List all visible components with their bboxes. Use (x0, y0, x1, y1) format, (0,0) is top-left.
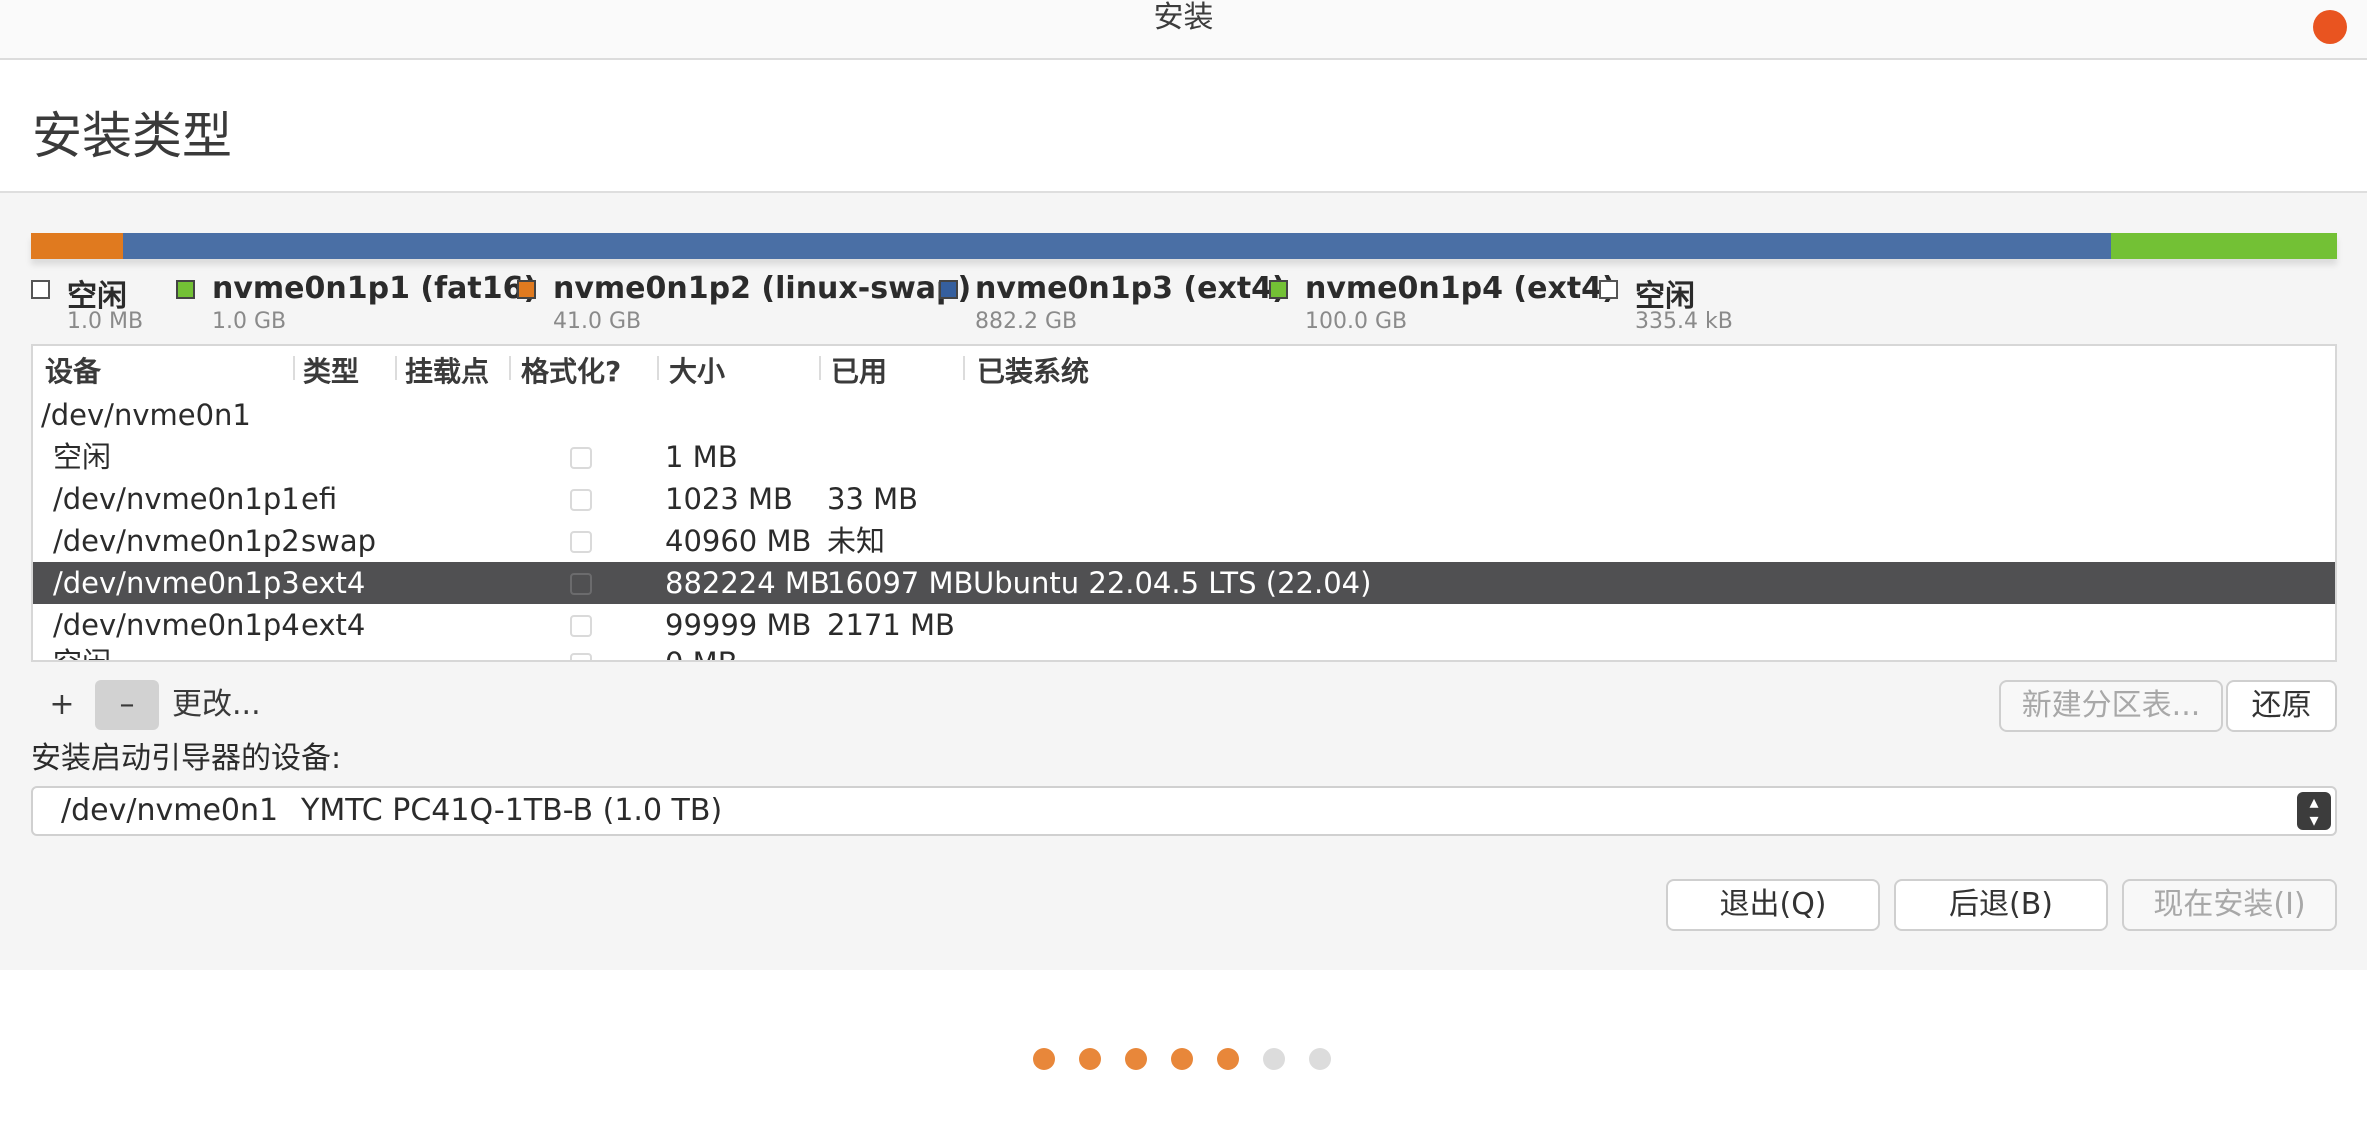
row-device: /dev/nvme0n1p4 (53, 608, 300, 642)
legend-swatch (176, 280, 195, 299)
legend-swatch (939, 280, 958, 299)
step-dot (1079, 1048, 1101, 1070)
page-title: 安装类型 (32, 107, 232, 165)
dropdown-arrows-icon: ▴ ▾ (2297, 792, 2331, 830)
row-size: 0 MB (665, 642, 738, 660)
new-partition-table-button[interactable]: 新建分区表... (1999, 680, 2223, 732)
title-bar: 安装 (0, 0, 2367, 60)
table-row[interactable]: /dev/nvme0n1p4 ext4 99999 MB 2171 MB (33, 604, 2335, 646)
step-dot (1217, 1048, 1239, 1070)
bootloader-device-path: /dev/nvme0n1 (61, 793, 279, 828)
row-size: 1 MB (665, 440, 738, 474)
quit-button[interactable]: 退出(Q) (1666, 879, 1880, 931)
row-type: swap (301, 524, 377, 558)
column-header-mount[interactable]: 挂载点 (405, 350, 489, 390)
column-header-device[interactable]: 设备 (45, 350, 101, 390)
legend-size: 882.2 GB (975, 309, 1078, 334)
step-dot (1309, 1048, 1331, 1070)
format-checkbox[interactable] (570, 447, 592, 469)
table-row[interactable]: /dev/nvme0n1p1 efi 1023 MB 33 MB (33, 478, 2335, 520)
step-dot (1033, 1048, 1055, 1070)
row-device: /dev/nvme0n1p1 (53, 482, 300, 516)
column-divider (509, 356, 511, 380)
column-divider (657, 356, 659, 380)
legend-size: 100.0 GB (1305, 309, 1408, 334)
table-row[interactable]: /dev/nvme0n1p2 swap 40960 MB 未知 (33, 520, 2335, 562)
row-used: 16097 MB (827, 566, 974, 600)
partition-bar-segment (123, 233, 2111, 259)
install-now-button[interactable]: 现在安装(I) (2122, 879, 2337, 931)
bootloader-device-select[interactable]: /dev/nvme0n1 YMTC PC41Q-1TB-B (1.0 TB) ▴… (31, 786, 2337, 836)
legend-swatch (1269, 280, 1288, 299)
legend-name: nvme0n1p1 (fat16) (212, 271, 538, 306)
row-device: /dev/nvme0n1p2 (53, 524, 300, 558)
column-divider (819, 356, 821, 380)
partition-bar (31, 233, 2337, 259)
table-row[interactable]: 空闲 0 MB (33, 642, 2335, 660)
page-header: 安装类型 (0, 60, 2367, 193)
legend-size: 1.0 GB (212, 309, 287, 334)
format-checkbox[interactable] (570, 531, 592, 553)
column-header-size[interactable]: 大小 (669, 350, 725, 390)
row-used: 2171 MB (827, 608, 955, 642)
column-header-used[interactable]: 已用 (831, 350, 887, 390)
revert-button[interactable]: 还原 (2226, 680, 2337, 732)
row-device: 空闲 (53, 440, 112, 474)
step-dot (1263, 1048, 1285, 1070)
legend-size: 41.0 GB (553, 309, 642, 334)
main-panel: 空闲 1.0 MB nvme0n1p1 (fat16) 1.0 GB nvme0… (0, 193, 2367, 970)
add-partition-button[interactable]: + (40, 680, 84, 730)
table-row-selected[interactable]: /dev/nvme0n1p3 ext4 882224 MB 16097 MB U… (33, 562, 2335, 604)
window-title: 安装 (1153, 0, 1214, 35)
row-type: ext4 (301, 608, 366, 642)
format-checkbox[interactable] (570, 653, 592, 660)
bootloader-device-label: 安装启动引导器的设备: (31, 741, 342, 776)
disk-device: /dev/nvme0n1 (41, 398, 251, 432)
column-header-type[interactable]: 类型 (303, 350, 359, 390)
partition-table[interactable]: 设备 类型 挂载点 格式化? 大小 已用 已装系统 /dev/nvme0n1 空… (31, 344, 2337, 662)
row-size: 40960 MB (665, 524, 812, 558)
table-row-disk[interactable]: /dev/nvme0n1 (33, 394, 2335, 436)
row-size: 99999 MB (665, 608, 812, 642)
partition-bar-segment (2111, 233, 2337, 259)
column-divider (395, 356, 397, 380)
legend-name: nvme0n1p2 (linux-swap) (553, 271, 972, 306)
format-checkbox[interactable] (570, 489, 592, 511)
row-type: efi (301, 482, 338, 516)
column-header-format[interactable]: 格式化? (521, 350, 621, 390)
legend-name: nvme0n1p4 (ext4) (1305, 271, 1616, 306)
close-window-button[interactable] (2313, 10, 2347, 44)
column-divider (293, 356, 295, 380)
legend-size: 335.4 kB (1635, 309, 1733, 334)
row-type: ext4 (301, 566, 366, 600)
remove-partition-button[interactable]: – (95, 680, 159, 730)
step-dot (1171, 1048, 1193, 1070)
row-device: /dev/nvme0n1p3 (53, 566, 300, 600)
back-button[interactable]: 后退(B) (1894, 879, 2108, 931)
row-used: 33 MB (827, 482, 919, 516)
step-dot (1125, 1048, 1147, 1070)
column-header-system[interactable]: 已装系统 (977, 350, 1089, 390)
column-divider (963, 356, 965, 380)
row-used: 未知 (827, 524, 886, 558)
table-row[interactable]: 空闲 1 MB (33, 436, 2335, 478)
legend-swatch (1599, 280, 1618, 299)
legend-size: 1.0 MB (67, 309, 144, 334)
format-checkbox[interactable] (570, 573, 592, 595)
row-size: 882224 MB (665, 566, 830, 600)
row-size: 1023 MB (665, 482, 793, 516)
row-system: Ubuntu 22.04.5 LTS (22.04) (973, 566, 1372, 600)
change-partition-button[interactable]: 更改... (172, 680, 282, 730)
partition-bar-segment (31, 233, 124, 259)
legend-swatch (517, 280, 536, 299)
table-header: 设备 类型 挂载点 格式化? 大小 已用 已装系统 (33, 346, 2335, 388)
partition-legend: 空闲 1.0 MB nvme0n1p1 (fat16) 1.0 GB nvme0… (31, 271, 2341, 335)
row-device: 空闲 (53, 642, 111, 660)
legend-swatch (31, 280, 50, 299)
bootloader-device-model: YMTC PC41Q-1TB-B (1.0 TB) (301, 793, 723, 828)
legend-name: nvme0n1p3 (ext4) (975, 271, 1286, 306)
format-checkbox[interactable] (570, 615, 592, 637)
